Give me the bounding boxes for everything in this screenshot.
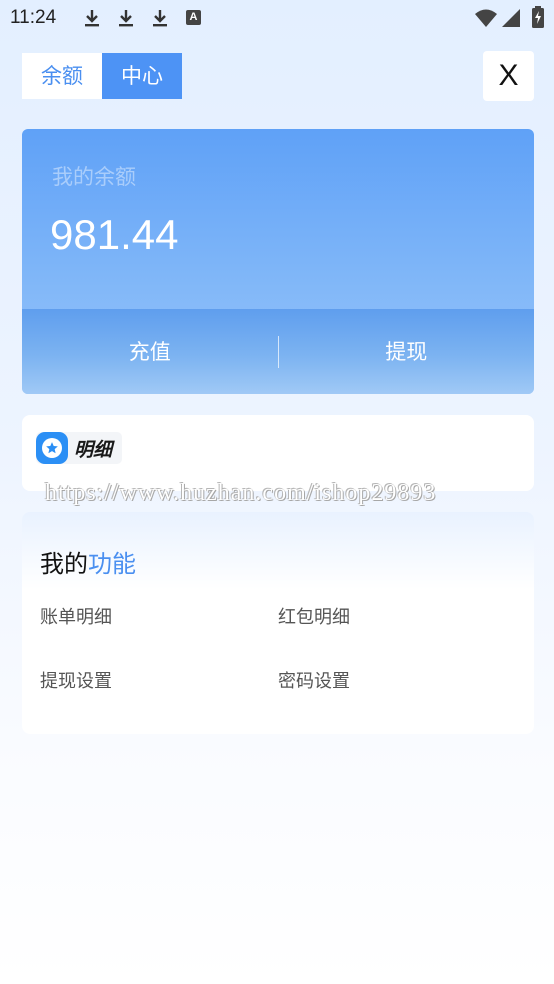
functions-title-accent: 功能 xyxy=(88,550,136,578)
withdraw-button[interactable]: 提现 xyxy=(279,322,535,382)
bill-details-item[interactable]: 账单明细 xyxy=(40,603,112,629)
a-app-icon: A xyxy=(186,10,201,25)
functions-title-prefix: 我的 xyxy=(40,550,88,578)
header-tabs: 余额 中心 xyxy=(22,53,182,99)
watermark-text: https://www.huzhan.com/ishop29893 xyxy=(45,480,437,506)
red-packet-details-item[interactable]: 红包明细 xyxy=(278,603,350,629)
download-icon xyxy=(153,10,167,27)
signal-icon xyxy=(502,9,520,27)
withdraw-settings-item[interactable]: 提现设置 xyxy=(40,667,112,693)
close-button[interactable]: X xyxy=(483,51,534,101)
tab-balance[interactable]: 余额 xyxy=(22,53,102,99)
functions-title: 我的功能 xyxy=(40,544,136,579)
star-icon xyxy=(36,432,68,464)
status-time: 11:24 xyxy=(10,7,57,28)
balance-action-bar: 充值 提现 xyxy=(22,309,534,394)
status-bar: 11:24 A xyxy=(0,0,554,36)
balance-amount: 981.44 xyxy=(50,211,179,258)
detail-label: 明细 xyxy=(74,438,113,461)
password-settings-item[interactable]: 密码设置 xyxy=(278,667,350,693)
download-icon xyxy=(85,10,99,27)
battery-charging-icon xyxy=(532,6,544,28)
detail-button[interactable]: 明细 xyxy=(36,432,122,464)
functions-card: 我的功能 账单明细 红包明细 提现设置 密码设置 xyxy=(22,512,534,734)
balance-label: 我的余额 xyxy=(52,165,136,189)
wifi-icon xyxy=(475,9,497,27)
recharge-button[interactable]: 充值 xyxy=(22,322,278,382)
tab-center[interactable]: 中心 xyxy=(102,53,182,99)
balance-card: 我的余额 981.44 充值 提现 xyxy=(22,129,534,394)
download-icon xyxy=(119,10,133,27)
